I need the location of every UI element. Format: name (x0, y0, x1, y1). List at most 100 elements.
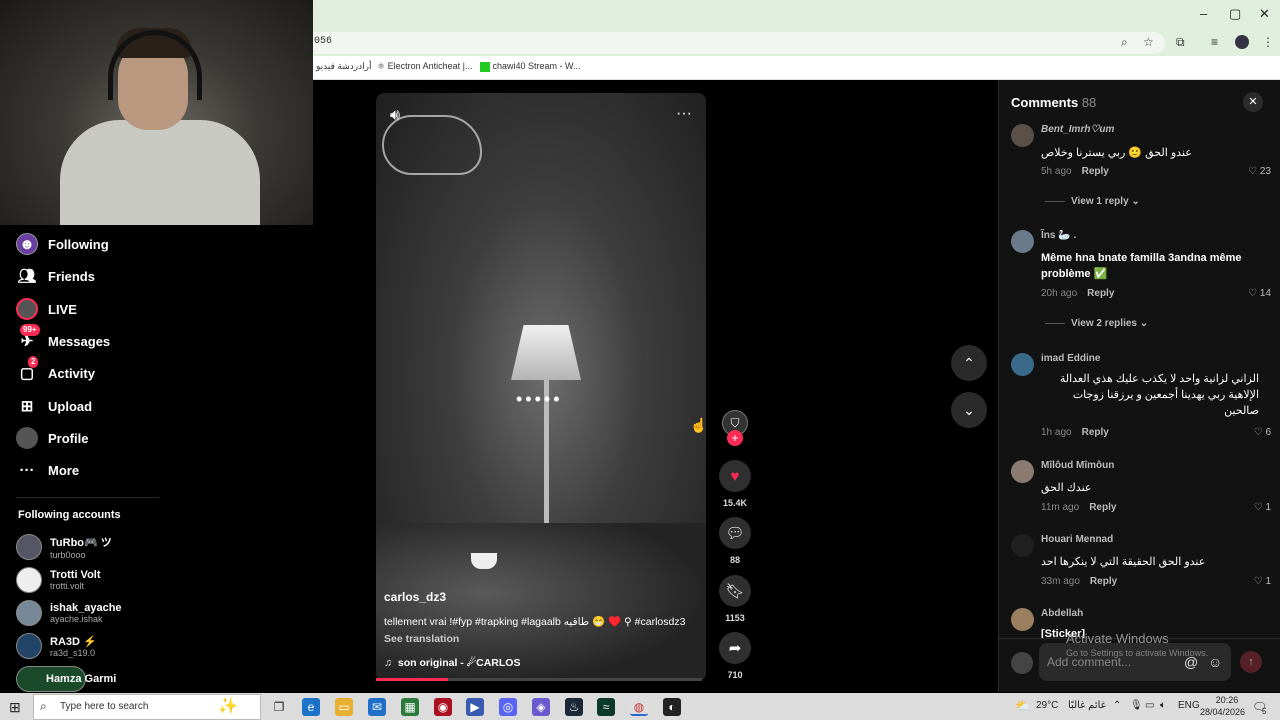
bookmark-label: chawi40 Stream - W... (492, 61, 581, 71)
avatar[interactable] (1011, 353, 1034, 376)
reply-button[interactable]: Reply (1082, 166, 1109, 177)
following-account[interactable]: Hamza Garmi (16, 666, 116, 692)
video-author[interactable]: carlos_dz3 (384, 590, 446, 604)
reply-button[interactable]: Reply (1082, 427, 1109, 438)
chrome-icon[interactable]: ◍ (630, 698, 648, 716)
bookmark-button[interactable]: 🔖︎ 1153 (719, 575, 751, 623)
avatar[interactable] (1011, 534, 1034, 557)
sidebar-item-upload[interactable]: ⊞ Upload (16, 395, 92, 417)
reply-button[interactable]: Reply (1087, 288, 1114, 299)
see-translation-link[interactable]: See translation (384, 633, 459, 645)
comment-user[interactable]: imad Eddine (1041, 353, 1100, 364)
comment-user[interactable]: Ĩns 🦢 . (1041, 230, 1076, 241)
minimize-button[interactable]: – (1200, 6, 1207, 21)
file-explorer-icon[interactable]: ▭ (335, 698, 353, 716)
following-account[interactable]: ishak_ayache ayache.ishak (16, 600, 122, 626)
previous-video-button[interactable]: ⌃ (951, 345, 987, 381)
sidebar-item-activity[interactable]: ▢ 2 Activity (16, 356, 95, 384)
obs-icon[interactable]: ◐ (663, 698, 681, 716)
avatar[interactable] (1011, 230, 1034, 253)
comment-text: عندو الحق 🙂 ربي يسترنا وخلاص (1041, 147, 1192, 159)
account-name: TuRbo🎮 ツ (50, 537, 112, 549)
zoom-icon[interactable]: ⌕ (1121, 35, 1128, 50)
app-icon[interactable]: ◈ (532, 698, 550, 716)
comment-like[interactable]: ♡ 1 (1254, 576, 1271, 587)
music-label: son original - ☄CARLOS (397, 657, 521, 669)
emoji-icon[interactable]: ☺ (1208, 654, 1222, 670)
store-icon[interactable]: ▦ (401, 698, 419, 716)
menu-icon[interactable]: ⋮ (1262, 35, 1274, 49)
comment-like[interactable]: ♡ 23 (1248, 166, 1271, 177)
loading-indicator: ••••• (516, 389, 563, 409)
view-replies-button[interactable]: View 2 replies ⌄ (1045, 318, 1148, 329)
sidebar-item-more[interactable]: ··· More (16, 459, 80, 481)
clock-date[interactable]: 28/04/2026 (1200, 707, 1245, 717)
address-bar[interactable] (300, 32, 1165, 54)
app-icon[interactable]: ◉ (434, 698, 452, 716)
tray-chevron-icon[interactable]: ⌃ (1113, 700, 1121, 711)
comment-user[interactable]: Houari Mennad (1041, 534, 1113, 545)
network-icon[interactable]: ▭ (1145, 700, 1154, 711)
creator-avatar[interactable]: ⛉ + (719, 410, 751, 446)
weather-text[interactable]: غائم غالبًا (1068, 700, 1106, 711)
activity-badge: 2 (28, 356, 39, 368)
reply-button[interactable]: Reply (1089, 502, 1116, 513)
language-indicator[interactable]: ENG (1178, 700, 1200, 711)
weather-temp[interactable]: 29°C (1036, 700, 1058, 711)
avatar[interactable] (1011, 460, 1034, 483)
close-comments-button[interactable]: ✕ (1243, 92, 1263, 112)
video-progress-bar[interactable] (376, 678, 702, 681)
comment-button[interactable]: 💬︎ 88 (719, 517, 751, 565)
sidebar-item-messages[interactable]: ✈ 99+ Messages (16, 324, 110, 352)
video-more-icon[interactable]: ··· (676, 105, 692, 123)
avatar[interactable] (1011, 608, 1034, 631)
volume-tray-icon[interactable]: 🔈︎ (1160, 700, 1166, 711)
sidebar-item-label: LIVE (48, 301, 77, 317)
windows-start-icon[interactable]: ⊞ (9, 699, 21, 716)
sidebar-item-friends[interactable]: 👥︎ Friends (16, 265, 95, 287)
copilot-sparkle-icon[interactable]: ✨ (218, 696, 238, 716)
app-icon[interactable]: ≈ (597, 698, 615, 716)
post-comment-button[interactable]: ↑ (1240, 651, 1262, 673)
view-replies-button[interactable]: View 1 reply ⌄ (1045, 196, 1140, 207)
comment-icon: 💬︎ (719, 517, 751, 549)
following-account[interactable]: TuRbo🎮 ツ turb0ooo (16, 534, 112, 560)
maximize-button[interactable]: ▢ (1229, 6, 1241, 22)
sidebar-item-live[interactable]: LIVE (16, 298, 77, 320)
bookmark-item[interactable]: أرادردشة فيديو (316, 61, 371, 72)
mail-icon[interactable]: ✉ (368, 698, 386, 716)
profile-avatar[interactable] (1235, 35, 1249, 49)
microphone-icon[interactable]: 🎙︎ (1130, 700, 1143, 711)
bookmark-item[interactable]: ⚛ Electron Anticheat |... (377, 61, 472, 72)
sidebar-item-following[interactable]: ☻ Following (16, 233, 109, 255)
comment-user[interactable]: Abdellah (1041, 608, 1083, 619)
comment-user[interactable]: Bent_Imrh♡um (1041, 124, 1114, 135)
comment-like[interactable]: ♡ 1 (1254, 502, 1271, 513)
reply-button[interactable]: Reply (1090, 576, 1117, 587)
comment-user[interactable]: Mîlôud Mîmôun (1041, 460, 1114, 471)
edge-icon[interactable]: e (302, 698, 320, 716)
star-icon[interactable]: ☆ (1143, 35, 1154, 49)
following-account[interactable]: Trotti Volt trotti.volt (16, 567, 101, 593)
sidebar-item-profile[interactable]: Profile (16, 427, 88, 449)
comment-like[interactable]: ♡ 6 (1254, 427, 1271, 438)
extensions-icon[interactable]: ⧉ (1176, 35, 1185, 50)
close-window-button[interactable]: ✕ (1259, 6, 1270, 22)
discord-icon[interactable]: ◎ (499, 698, 517, 716)
following-account[interactable]: RA3D ⚡ ra3d_s19.0 (16, 633, 97, 659)
task-view-icon[interactable]: ❐ (270, 698, 288, 716)
next-video-button[interactable]: ⌄ (951, 392, 987, 428)
like-button[interactable]: ♥ 15.4K (719, 460, 751, 508)
comment-like[interactable]: ♡ 14 (1248, 288, 1271, 299)
follow-plus-icon[interactable]: + (727, 430, 743, 446)
share-button[interactable]: ➦ 710 (719, 632, 751, 680)
volume-icon[interactable]: 🔊︎ (390, 107, 400, 125)
video-music[interactable]: ♫ son original - ☄CARLOS (384, 657, 520, 669)
app-icon[interactable]: ▶ (466, 698, 484, 716)
avatar[interactable] (1011, 124, 1034, 147)
address-text[interactable]: 056 (314, 36, 332, 47)
bookmark-item[interactable]: chawi40 Stream - W... (480, 61, 581, 72)
reading-list-icon[interactable]: ≡ (1211, 35, 1218, 49)
steam-icon[interactable]: ♨ (565, 698, 583, 716)
clock-time[interactable]: 20:26 (1212, 695, 1242, 705)
